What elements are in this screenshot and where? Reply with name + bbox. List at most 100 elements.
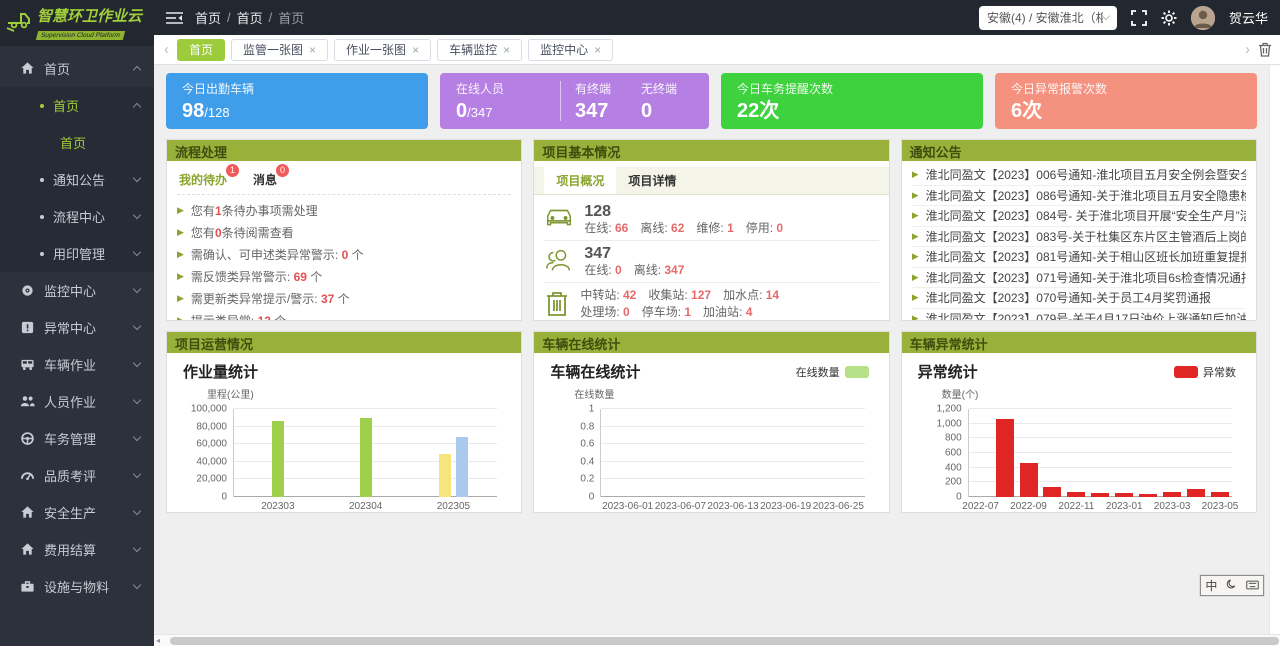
- tab-close-icon[interactable]: ×: [503, 44, 510, 56]
- chevron-down-icon: [1102, 12, 1110, 20]
- stat-card-main: 今日车务提醒次数22次: [737, 80, 833, 129]
- gear-icon[interactable]: [1161, 10, 1177, 26]
- stat-card-label: 今日异常报警次数: [1011, 80, 1107, 97]
- menu-collapse-icon[interactable]: [166, 11, 183, 25]
- stat-card[interactable]: 今日异常报警次数6次: [995, 73, 1257, 129]
- sidebar-item[interactable]: 费用结算: [0, 531, 154, 568]
- sidebar-item[interactable]: 人员作业: [0, 383, 154, 420]
- chevron-up-icon: [133, 103, 141, 111]
- tab-label: 作业一张图: [346, 41, 406, 58]
- car-icon: [544, 205, 574, 234]
- sidebar-item[interactable]: 设施与物料: [0, 568, 154, 605]
- ime-moon-icon[interactable]: [1226, 579, 1237, 593]
- process-item[interactable]: ▶需确认、可申述类异常警示: 0 个: [177, 243, 511, 265]
- tab-item[interactable]: 作业一张图 ×: [334, 39, 431, 61]
- sidebar-item[interactable]: 车辆作业: [0, 346, 154, 383]
- avatar[interactable]: [1191, 6, 1215, 30]
- process-item[interactable]: ▶提示类异常: 13 个: [177, 309, 511, 320]
- process-tab[interactable]: 消息0: [253, 171, 277, 188]
- breadcrumb-item[interactable]: 首页: [237, 8, 263, 27]
- process-item[interactable]: ▶需反馈类异常警示: 69 个: [177, 265, 511, 287]
- notice-item-text: 淮北同盈文【2023】006号通知-淮北项目五月安全例会暨安全生产月启动会…: [926, 166, 1246, 183]
- stat-value: 62: [671, 221, 684, 235]
- notice-item[interactable]: ▶淮北同盈文【2023】084号- 关于淮北项目开展“安全生产月”活动的通知: [912, 206, 1246, 227]
- notice-item[interactable]: ▶淮北同盈文【2023】006号通知-淮北项目五月安全例会暨安全生产月启动会…: [912, 165, 1246, 186]
- process-item[interactable]: ▶您有0条待阅需查看: [177, 221, 511, 243]
- chart-bar: [1067, 492, 1085, 497]
- tab-close-icon[interactable]: ×: [594, 44, 601, 56]
- sidebar-item[interactable]: 监控中心: [0, 272, 154, 309]
- notice-item[interactable]: ▶淮北同盈文【2023】086号通知-关于淮北项目五月安全隐患检查情况通告: [912, 186, 1246, 207]
- tab-item[interactable]: 车辆监控×: [437, 39, 522, 61]
- sidebar-item[interactable]: 安全生产: [0, 494, 154, 531]
- close-all-tabs-trash-icon[interactable]: [1258, 42, 1272, 57]
- sidebar-item[interactable]: 用印管理: [0, 235, 154, 272]
- y-axis-label: 里程(公里): [207, 386, 511, 401]
- x-axis-tick: 2022-09: [1010, 501, 1047, 512]
- stat-card-extra: 有终端347: [575, 80, 627, 129]
- process-item[interactable]: ▶您有1条待办事项需处理: [177, 199, 511, 221]
- tabs-scroll-right-icon[interactable]: ›: [1243, 41, 1252, 58]
- fullscreen-icon[interactable]: [1131, 10, 1147, 26]
- notice-item-text: 淮北同盈文【2023】071号通知-关于淮北项目6s检查情况通报(2)(2): [926, 269, 1246, 286]
- info-panels-row: 流程处理 我的待办1消息0 ▶您有1条待办事项需处理▶您有0条待阅需查看▶需确认…: [166, 139, 1257, 321]
- stat-value: 1: [684, 305, 691, 319]
- notice-item[interactable]: ▶淮北同盈文【2023】071号通知-关于淮北项目6s检查情况通报(2)(2): [912, 268, 1246, 289]
- ime-keyboard-icon[interactable]: [1246, 579, 1259, 593]
- stat-card[interactable]: 在线人员0/347有终端347无终端0: [440, 73, 709, 129]
- sidebar-item[interactable]: 通知公告: [0, 161, 154, 198]
- sidebar-item[interactable]: 首页: [0, 124, 154, 161]
- sidebar-item[interactable]: 首页: [0, 50, 154, 87]
- vertical-scrollbar-gutter[interactable]: [1269, 65, 1280, 634]
- stat-card[interactable]: 今日车务提醒次数22次: [721, 73, 983, 129]
- tab-item[interactable]: 监控中心×: [528, 39, 613, 61]
- breadcrumb-item[interactable]: 首页: [195, 8, 221, 27]
- stat-card-value-suffix: /347: [467, 105, 492, 120]
- sidebar-item[interactable]: 车务管理: [0, 420, 154, 457]
- notice-item[interactable]: ▶淮北同盈文【2023】081号通知-关于相山区班长加班重复提报的通报: [912, 247, 1246, 268]
- notice-item-text: 淮北同盈文【2023】083号-关于杜集区东片区主管酒后上岗的处罚通告: [926, 228, 1246, 245]
- horizontal-scrollbar-thumb[interactable]: [170, 637, 1279, 645]
- notice-item[interactable]: ▶淮北同盈文【2023】070号通知-关于员工4月奖罚通报: [912, 288, 1246, 309]
- bullet-dot-icon: [40, 104, 44, 108]
- tabs-scroll-left-icon[interactable]: ‹: [162, 41, 171, 58]
- horizontal-scrollbar[interactable]: ◂: [154, 634, 1280, 646]
- process-tab[interactable]: 我的待办1: [179, 171, 227, 188]
- legend-item[interactable]: 在线数量: [796, 364, 869, 380]
- project-tab[interactable]: 项目概况: [544, 167, 616, 194]
- sidebar-item[interactable]: 流程中心: [0, 198, 154, 235]
- tab-item[interactable]: 监管一张图×: [231, 39, 328, 61]
- user-name[interactable]: 贺云华: [1229, 8, 1268, 27]
- x-axis-tick: 2023-06-07: [655, 501, 706, 512]
- stat-card[interactable]: 今日出勤车辆98/128: [166, 73, 428, 129]
- app-logo: 智慧环卫作业云 Supervision Cloud Platform: [0, 0, 154, 46]
- sidebar-item[interactable]: 异常中心: [0, 309, 154, 346]
- stat-value: 14: [766, 288, 779, 302]
- sidebar-item-label: 车务管理: [44, 429, 96, 448]
- org-selector-dropdown[interactable]: 安徽(4) / 安徽淮北（相...: [979, 6, 1117, 30]
- process-item[interactable]: ▶需更新类异常提示/警示: 37 个: [177, 287, 511, 309]
- legend-item[interactable]: 异常数: [1174, 364, 1236, 380]
- stat-value: 127: [691, 288, 711, 302]
- x-axis-tick: 2023-06-01: [602, 501, 653, 512]
- chevron-down-icon: [133, 396, 141, 404]
- process-item-text: 需更新类异常提示/警示: 37 个: [191, 290, 350, 307]
- x-axis-tick: 2023-01: [1106, 501, 1143, 512]
- tab-close-icon[interactable]: ×: [412, 44, 419, 56]
- tab-active[interactable]: 首页: [177, 39, 225, 61]
- ime-toolbar[interactable]: 中: [1200, 575, 1264, 596]
- y-axis-tick: 1: [589, 404, 595, 415]
- sidebar-item[interactable]: 首页: [0, 87, 154, 124]
- notice-item[interactable]: ▶淮北同盈文【2023】083号-关于杜集区东片区主管酒后上岗的处罚通告: [912, 227, 1246, 248]
- ime-mode-label[interactable]: 中: [1205, 577, 1217, 594]
- tab-close-icon[interactable]: ×: [309, 44, 316, 56]
- process-item-text: 您有0条待阅需查看: [191, 224, 294, 241]
- triangle-marker-icon: ▶: [912, 313, 919, 320]
- triangle-marker-icon: ▶: [912, 292, 919, 303]
- notice-item[interactable]: ▶淮北同盈文【2023】079号-关于4月17日油价上涨通知后加油情况通报: [912, 309, 1246, 321]
- scrollbar-left-arrow-icon[interactable]: ◂: [156, 637, 160, 645]
- y-axis-tick: 0.6: [580, 439, 594, 450]
- bullet-dot-icon: [40, 178, 44, 182]
- sidebar-item[interactable]: 品质考评: [0, 457, 154, 494]
- project-tab[interactable]: 项目详情: [616, 167, 688, 194]
